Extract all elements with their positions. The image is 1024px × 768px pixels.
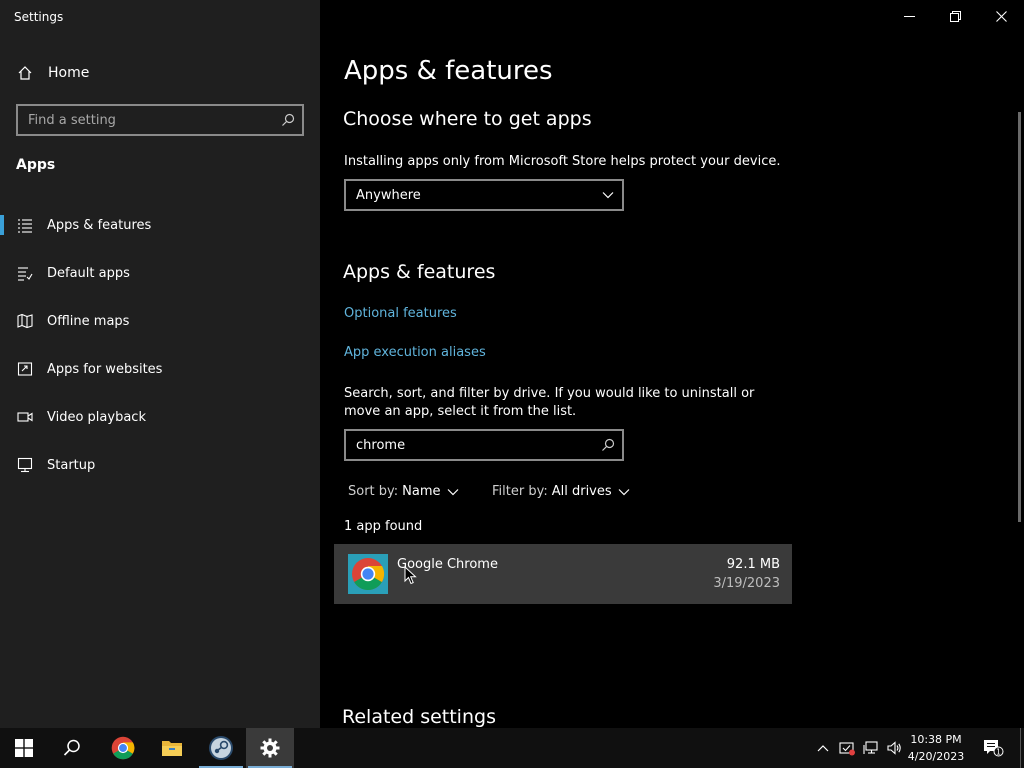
tray-network-icon[interactable] xyxy=(860,728,882,768)
related-settings-heading: Related settings xyxy=(342,706,496,728)
chevron-down-icon xyxy=(618,488,630,495)
security-alert-icon xyxy=(839,742,855,756)
restore-button[interactable] xyxy=(932,0,978,32)
sidebar-item-apps-for-websites[interactable]: Apps for websites xyxy=(0,349,320,389)
sort-by-label: Sort by: xyxy=(348,484,399,499)
home-nav-item[interactable]: Home xyxy=(16,62,89,84)
features-description: Search, sort, and filter by drive. If yo… xyxy=(344,386,755,419)
sidebar-section-label: Apps xyxy=(16,157,56,173)
app-search-input[interactable] xyxy=(346,437,594,453)
close-icon xyxy=(995,10,1007,22)
apps-features-heading: Apps & features xyxy=(343,261,496,283)
notification-icon: 1 xyxy=(984,740,1004,757)
app-source-dropdown[interactable]: Anywhere xyxy=(344,179,624,211)
taskbar-steam[interactable] xyxy=(197,728,245,768)
list-icon xyxy=(16,216,34,234)
sidebar-item-label: Offline maps xyxy=(47,313,130,329)
home-icon xyxy=(16,64,34,82)
gear-icon xyxy=(260,738,280,758)
close-button[interactable] xyxy=(978,0,1024,32)
filter-by-label: Filter by: xyxy=(492,484,548,499)
windows-logo-icon xyxy=(15,739,33,757)
taskbar-clock[interactable]: 10:38 PM 4/20/2023 xyxy=(906,731,966,765)
get-apps-heading: Choose where to get apps xyxy=(343,108,592,130)
taskbar-file-explorer[interactable] xyxy=(148,728,196,768)
map-icon xyxy=(16,312,34,330)
home-label: Home xyxy=(48,65,90,81)
startup-icon xyxy=(16,456,34,474)
search-icon xyxy=(63,739,80,756)
sidebar-item-label: Startup xyxy=(47,457,96,473)
filter-by-value: All drives xyxy=(551,484,612,499)
taskbar-settings[interactable] xyxy=(246,728,294,768)
sidebar-item-label: Apps & features xyxy=(47,217,152,233)
app-install-date: 3/19/2023 xyxy=(713,576,780,591)
minimize-icon xyxy=(903,15,915,17)
sidebar-item-default-apps[interactable]: Default apps xyxy=(0,253,320,293)
minimize-button[interactable] xyxy=(886,0,932,32)
notification-count: 1 xyxy=(996,747,1001,756)
search-icon[interactable] xyxy=(274,113,302,127)
search-icon[interactable] xyxy=(594,438,622,452)
window-title: Settings xyxy=(14,10,64,24)
sidebar-item-offline-maps[interactable]: Offline maps xyxy=(0,301,320,341)
chevron-down-icon xyxy=(602,192,614,199)
restore-icon xyxy=(949,10,961,22)
app-count: 1 app found xyxy=(344,519,423,534)
clock-date: 4/20/2023 xyxy=(907,750,965,763)
optional-features-link[interactable]: Optional features xyxy=(344,306,457,321)
app-execution-aliases-link[interactable]: App execution aliases xyxy=(344,345,486,360)
sort-by-dropdown[interactable]: Sort by: Name xyxy=(348,484,459,499)
start-button[interactable] xyxy=(0,728,48,768)
app-search-box[interactable] xyxy=(344,429,624,461)
show-desktop-button[interactable] xyxy=(1020,728,1024,768)
setting-search-box[interactable] xyxy=(16,104,304,136)
show-hidden-icons-button[interactable] xyxy=(812,728,834,768)
sidebar-item-apps-features[interactable]: Apps & features xyxy=(0,205,320,245)
app-list-item[interactable]: Google Chrome 92.1 MB 3/19/2023 xyxy=(334,544,792,604)
steam-icon xyxy=(209,736,233,760)
chrome-icon xyxy=(348,554,388,594)
sidebar-item-label: Video playback xyxy=(47,409,146,425)
search-button[interactable] xyxy=(48,728,96,768)
scrollbar[interactable] xyxy=(1018,112,1021,522)
network-icon xyxy=(863,741,878,754)
sidebar-item-video-playback[interactable]: Video playback xyxy=(0,397,320,437)
sort-by-value: Name xyxy=(402,484,441,499)
tray-volume-icon[interactable] xyxy=(883,728,905,768)
app-source-selected: Anywhere xyxy=(356,187,421,203)
folder-icon xyxy=(162,741,182,756)
setting-search-input[interactable] xyxy=(18,112,274,128)
tray-security-icon[interactable] xyxy=(836,728,858,768)
sidebar-item-startup[interactable]: Startup xyxy=(0,445,320,485)
taskbar-chrome[interactable] xyxy=(99,728,147,768)
volume-icon xyxy=(887,741,901,755)
chrome-icon xyxy=(111,736,135,760)
app-size: 92.1 MB xyxy=(726,557,780,572)
chevron-up-icon xyxy=(817,745,829,752)
get-apps-description: Installing apps only from Microsoft Stor… xyxy=(344,154,781,169)
page-title: Apps & features xyxy=(344,56,553,86)
chevron-down-icon xyxy=(447,488,458,495)
sidebar: Settings Home Apps Apps & features Defau… xyxy=(0,0,320,728)
mouse-cursor-icon xyxy=(404,566,417,585)
action-center-button[interactable]: 1 xyxy=(978,728,1008,768)
sidebar-item-label: Default apps xyxy=(47,265,130,281)
sidebar-item-label: Apps for websites xyxy=(47,361,163,377)
video-icon xyxy=(16,408,34,426)
web-apps-icon xyxy=(16,360,34,378)
clock-time: 10:38 PM xyxy=(910,733,962,746)
taskbar: 10:38 PM 4/20/2023 1 xyxy=(0,728,1024,768)
default-apps-icon xyxy=(16,264,34,282)
main-content: Apps & features Choose where to get apps… xyxy=(320,0,1024,728)
filter-by-dropdown[interactable]: Filter by: All drives xyxy=(492,484,630,499)
